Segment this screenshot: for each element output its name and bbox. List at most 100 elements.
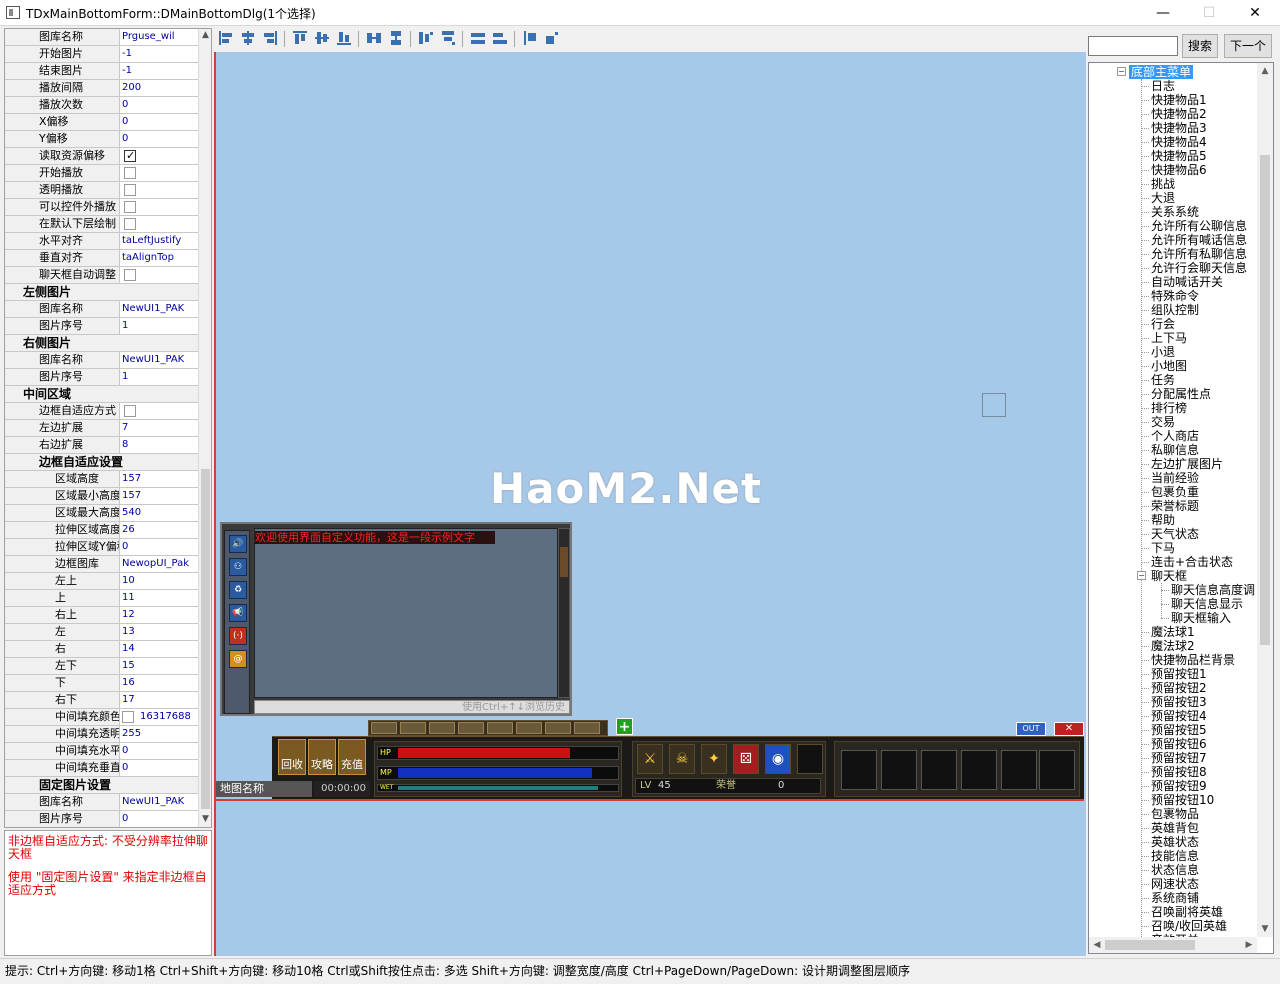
prop-value[interactable]: 157 bbox=[119, 488, 198, 504]
tree-node[interactable]: 快捷物品2 bbox=[1151, 107, 1207, 121]
prop-checkbox[interactable] bbox=[124, 405, 136, 417]
tree-node[interactable]: 英雄状态 bbox=[1151, 835, 1199, 849]
quick-tab[interactable] bbox=[458, 722, 484, 734]
prop-row[interactable]: 左上 10 bbox=[5, 573, 198, 590]
align-top-icon[interactable] bbox=[292, 30, 308, 46]
tree-node[interactable]: 交易 bbox=[1151, 415, 1175, 429]
scroll-up-icon[interactable]: ▲ bbox=[1257, 63, 1273, 79]
prop-row[interactable]: 可以控件外播放 bbox=[5, 199, 198, 216]
distribute-h-icon[interactable] bbox=[418, 30, 434, 46]
prop-category[interactable]: −右侧图片 bbox=[5, 335, 198, 352]
tree-node[interactable]: 魔法球1 bbox=[1151, 625, 1195, 639]
prop-row[interactable]: 图库名称 NewUI1_PAK bbox=[5, 794, 198, 811]
tree-node[interactable]: 包裹负重 bbox=[1151, 485, 1199, 499]
scroll-up-icon[interactable]: ▲ bbox=[199, 29, 211, 42]
prop-category[interactable]: −左侧图片 bbox=[5, 284, 198, 301]
tree-node[interactable]: 允许所有喊话信息 bbox=[1151, 233, 1247, 247]
prop-row[interactable]: 图片序号 1 bbox=[5, 318, 198, 335]
tree-node[interactable]: 预留按钮9 bbox=[1151, 779, 1207, 793]
tree-node[interactable]: 个人商店 bbox=[1151, 429, 1199, 443]
quick-tab[interactable] bbox=[516, 722, 542, 734]
prop-value[interactable]: 0 bbox=[119, 760, 198, 776]
prop-value[interactable]: 13 bbox=[119, 624, 198, 640]
settings-icon[interactable]: ◉ bbox=[765, 744, 791, 774]
prop-value[interactable]: NewUI1_PAK bbox=[119, 794, 198, 810]
tree-node[interactable]: 连击+合击状态 bbox=[1151, 555, 1233, 569]
prop-value[interactable]: -1 bbox=[119, 63, 198, 79]
scroll-down-icon[interactable]: ▼ bbox=[1257, 921, 1273, 937]
prop-value[interactable]: 10 bbox=[119, 573, 198, 589]
tree-node[interactable]: 状态信息 bbox=[1151, 863, 1199, 877]
prop-value[interactable]: 26 bbox=[119, 522, 198, 538]
prop-value[interactable]: 16317688 bbox=[119, 709, 198, 725]
group-icon[interactable]: ⚇ bbox=[229, 558, 247, 576]
prop-value[interactable]: NewUI1_PAK bbox=[119, 352, 198, 368]
quick-slot[interactable] bbox=[841, 750, 877, 790]
broadcast-icon[interactable]: (·) bbox=[229, 627, 247, 645]
tree-node[interactable]: 快捷物品栏背景 bbox=[1151, 653, 1235, 667]
close-button[interactable]: ✕ bbox=[1232, 0, 1278, 26]
prop-row[interactable]: 图片序号 0 bbox=[5, 811, 198, 827]
prop-value[interactable]: 0 bbox=[119, 743, 198, 759]
prop-row[interactable]: 读取资源偏移 bbox=[5, 148, 198, 165]
collapse-icon[interactable]: − bbox=[1117, 67, 1126, 76]
tree-scrollbar[interactable]: ▲ ▼ bbox=[1257, 63, 1273, 937]
prop-row[interactable]: 区域最小高度 157 bbox=[5, 488, 198, 505]
prop-row[interactable]: 水平对齐 taLeftJustify bbox=[5, 233, 198, 250]
prop-value[interactable]: taLeftJustify bbox=[119, 233, 198, 249]
quick-tab[interactable] bbox=[429, 722, 455, 734]
tree-node[interactable]: 小地图 bbox=[1151, 359, 1187, 373]
align-center-h-icon[interactable] bbox=[240, 30, 256, 46]
recycle-icon[interactable]: 回收 bbox=[278, 739, 306, 775]
tree-node[interactable]: 快捷物品5 bbox=[1151, 149, 1207, 163]
prop-row[interactable]: 图库名称 NewUI1_PAK bbox=[5, 301, 198, 318]
guide-icon[interactable]: 攻略 bbox=[308, 739, 336, 775]
quick-tab[interactable] bbox=[487, 722, 513, 734]
prop-row[interactable]: 在默认下层绘制 bbox=[5, 216, 198, 233]
tree-child-node[interactable]: 聊天信息显示 bbox=[1171, 597, 1243, 611]
tree-node[interactable]: 下马 bbox=[1151, 541, 1175, 555]
tree-node[interactable]: 上下马 bbox=[1151, 331, 1187, 345]
prop-row[interactable]: 左下 15 bbox=[5, 658, 198, 675]
recharge-icon[interactable]: 充值 bbox=[338, 739, 366, 775]
prop-checkbox[interactable] bbox=[124, 201, 136, 213]
prop-checkbox[interactable] bbox=[124, 148, 136, 164]
tree-node[interactable]: 预留按钮6 bbox=[1151, 737, 1207, 751]
prop-checkbox[interactable] bbox=[124, 167, 136, 179]
tree-node[interactable]: 私聊信息 bbox=[1151, 443, 1199, 457]
prop-row[interactable]: 播放间隔 200 bbox=[5, 80, 198, 97]
prop-value[interactable]: 157 bbox=[119, 471, 198, 487]
prop-row[interactable]: 图片序号 1 bbox=[5, 369, 198, 386]
tree-node-chat[interactable]: 聊天框 bbox=[1151, 569, 1187, 583]
tree-node[interactable]: 帮助 bbox=[1151, 513, 1175, 527]
prop-row[interactable]: 中间填充透明度255 bbox=[5, 726, 198, 743]
prop-row[interactable]: 区域最大高度 540 bbox=[5, 505, 198, 522]
space-horizontal-icon[interactable] bbox=[366, 30, 382, 46]
prop-row[interactable]: 拉伸区域Y偏移0 bbox=[5, 539, 198, 556]
tree-node[interactable]: 预留按钮5 bbox=[1151, 723, 1207, 737]
prop-category[interactable]: −边框自适应设置 bbox=[5, 454, 198, 471]
chat-window-preview[interactable]: 🔊 ⚇ ♻ 📢 (·) @ 欢迎使用界面自定义功能，这是一段示例文字 使用Ctr… bbox=[220, 522, 572, 716]
prop-row[interactable]: 区域高度 157 bbox=[5, 471, 198, 488]
selection-handle[interactable] bbox=[982, 393, 1006, 417]
tree-node[interactable]: 系统商铺 bbox=[1151, 891, 1199, 905]
tree-node[interactable]: 组队控制 bbox=[1151, 303, 1199, 317]
tree-node[interactable]: 当前经验 bbox=[1151, 471, 1199, 485]
prop-value[interactable]: 0 bbox=[119, 539, 198, 555]
same-width-icon[interactable] bbox=[470, 30, 486, 46]
tree-hscrollbar[interactable]: ◀ ▶ bbox=[1089, 937, 1257, 953]
quick-slot[interactable] bbox=[1001, 750, 1037, 790]
tree-node[interactable]: 小退 bbox=[1151, 345, 1175, 359]
prop-value[interactable]: 8 bbox=[119, 437, 198, 453]
prop-value[interactable]: 1 bbox=[119, 318, 198, 334]
tree-node[interactable]: 任务 bbox=[1151, 373, 1175, 387]
align-center-v-icon[interactable] bbox=[314, 30, 330, 46]
tree-root-node[interactable]: 底部主菜单 bbox=[1129, 65, 1194, 79]
prop-row[interactable]: 聊天框自动调整 bbox=[5, 267, 198, 284]
prop-value[interactable]: 17 bbox=[119, 692, 198, 708]
quick-tab[interactable] bbox=[371, 722, 397, 734]
prop-checkbox[interactable] bbox=[124, 269, 136, 281]
space-vertical-icon[interactable] bbox=[388, 30, 404, 46]
tree-node[interactable]: 预留按钮2 bbox=[1151, 681, 1207, 695]
distribute-v-icon[interactable] bbox=[440, 30, 456, 46]
